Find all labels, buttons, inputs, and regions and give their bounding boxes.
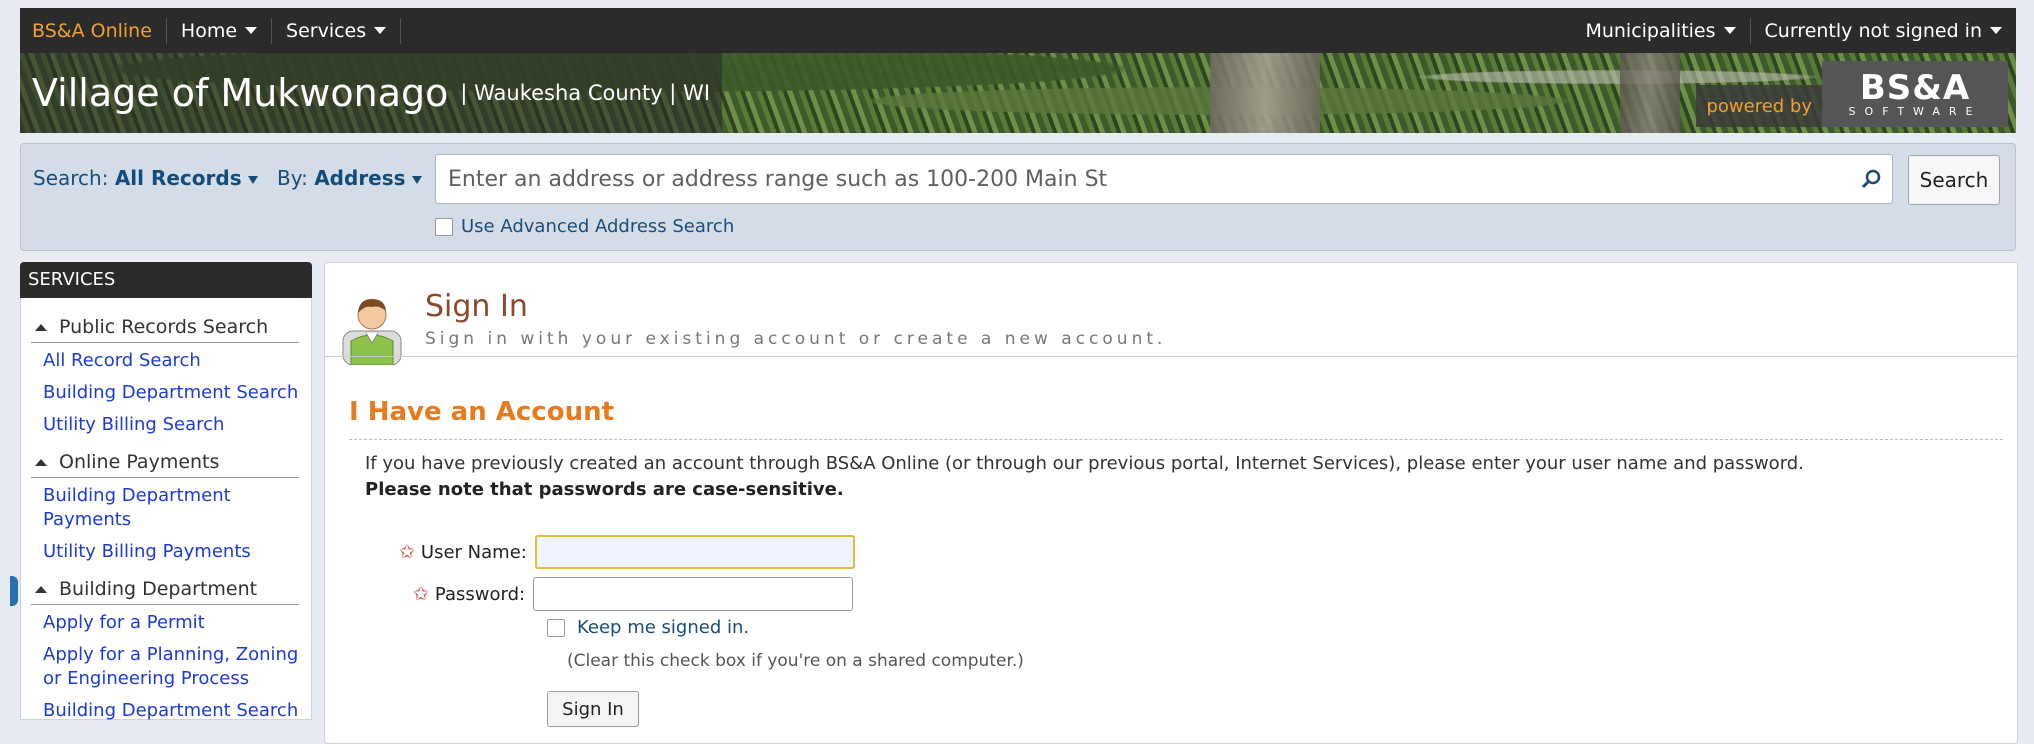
- search-scope-label: Search:: [33, 166, 109, 190]
- sign-in-panel: Sign In Sign in with your existing accou…: [324, 262, 2018, 744]
- home-menu[interactable]: Home: [167, 17, 273, 44]
- search-input[interactable]: [446, 165, 1860, 193]
- logo-main-text: BS&A: [1859, 67, 1971, 108]
- page-subtitle: Sign in with your existing account or cr…: [425, 329, 1167, 349]
- keep-signed-in-label[interactable]: Keep me signed in.: [577, 617, 749, 638]
- search-by-label: By:: [277, 166, 308, 190]
- brand-link[interactable]: BS&A Online: [20, 17, 167, 44]
- banner-tree-trunk: [1210, 53, 1320, 133]
- required-star-icon: ✩: [399, 541, 415, 563]
- username-field[interactable]: [534, 535, 855, 569]
- search-scope-selector[interactable]: Search: All Records: [33, 166, 258, 190]
- advanced-search-label[interactable]: Use Advanced Address Search: [461, 216, 734, 237]
- advanced-search-checkbox[interactable]: [435, 217, 453, 236]
- chevron-down-icon: [1990, 27, 2002, 34]
- sidebar-link-building-department-search-2[interactable]: Building Department Search: [31, 693, 299, 725]
- required-star-icon: ✩: [413, 583, 429, 605]
- password-label: Password:: [434, 583, 526, 605]
- county-state: | Waukesha County | WI: [460, 81, 711, 105]
- password-field[interactable]: [533, 577, 854, 611]
- services-menu-label: Services: [286, 19, 367, 42]
- search-button[interactable]: Search: [1908, 155, 2000, 205]
- account-menu[interactable]: Currently not signed in: [1751, 18, 2016, 44]
- page-frame: BS&A Online Home Services Municipalities…: [10, 8, 2018, 744]
- logo-sub-text: SOFTWARE: [1848, 104, 1982, 118]
- municipalities-menu-label: Municipalities: [1585, 19, 1716, 42]
- village-name: Village of Mukwonago: [32, 71, 449, 115]
- sidebar-section-building-department[interactable]: Building Department: [31, 566, 299, 605]
- sidebar-link-apply-permit[interactable]: Apply for a Permit: [31, 605, 299, 637]
- advanced-search-option[interactable]: Use Advanced Address Search: [435, 216, 734, 237]
- account-info-text: If you have previously created an accoun…: [365, 453, 1804, 474]
- keep-signed-in-option[interactable]: Keep me signed in.: [547, 617, 749, 638]
- search-by-selector[interactable]: By: Address: [277, 166, 422, 190]
- username-row: ✩ User Name:: [399, 535, 855, 569]
- sidebar-link-building-department-payments[interactable]: Building Department Payments: [31, 478, 299, 534]
- collapse-icon: [35, 585, 47, 593]
- page-title: Sign In: [425, 289, 528, 324]
- username-label: User Name:: [420, 541, 527, 563]
- powered-by-badge[interactable]: powered by BS&A SOFTWARE: [1696, 61, 2008, 127]
- keep-signed-in-checkbox[interactable]: [547, 618, 565, 637]
- search-icon[interactable]: [1860, 168, 1882, 190]
- sidebar-header: SERVICES: [20, 262, 312, 298]
- sidebar-section-title: Online Payments: [59, 451, 220, 473]
- account-menu-label: Currently not signed in: [1764, 19, 1982, 42]
- sidebar-section-online-payments[interactable]: Online Payments: [31, 439, 299, 478]
- shared-computer-hint: (Clear this check box if you're on a sha…: [567, 651, 1024, 671]
- section-heading: I Have an Account: [349, 397, 615, 427]
- search-by-value: Address: [314, 166, 406, 190]
- collapse-icon: [35, 323, 47, 331]
- sidebar-link-building-department-search[interactable]: Building Department Search: [31, 375, 299, 407]
- chevron-down-icon: [245, 27, 258, 34]
- dropdown-arrow-icon: [247, 175, 258, 184]
- sidebar-toggle-tab[interactable]: [10, 576, 18, 606]
- collapse-icon: [35, 458, 47, 466]
- sidebar-section-title: Public Records Search: [59, 316, 269, 338]
- banner-tree-trunk: [1620, 53, 1680, 133]
- sidebar-link-apply-planning[interactable]: Apply for a Planning, Zoning or Engineer…: [31, 637, 299, 693]
- section-divider: [349, 439, 2003, 440]
- header-banner: Village of Mukwonago | Waukesha County |…: [20, 53, 2016, 133]
- sidebar-section-title: Building Department: [59, 578, 258, 600]
- chevron-down-icon: [374, 27, 387, 34]
- search-panel: Search: All Records By: Address Search U…: [20, 143, 2016, 251]
- sidebar-link-utility-billing-payments[interactable]: Utility Billing Payments: [31, 534, 299, 566]
- home-menu-label: Home: [180, 19, 238, 42]
- sign-in-button[interactable]: Sign In: [547, 691, 639, 727]
- dropdown-arrow-icon: [411, 175, 422, 184]
- password-note: Please note that passwords are case-sens…: [365, 479, 844, 500]
- search-scope-value: All Records: [114, 166, 242, 190]
- services-sidebar: SERVICES Public Records Search All Recor…: [10, 262, 312, 721]
- services-menu[interactable]: Services: [272, 17, 402, 44]
- sidebar-body: Public Records Search All Record Search …: [20, 298, 312, 721]
- sidebar-link-all-record-search[interactable]: All Record Search: [31, 343, 299, 375]
- municipalities-menu[interactable]: Municipalities: [1571, 17, 1751, 44]
- sidebar-section-public-records[interactable]: Public Records Search: [31, 304, 299, 343]
- search-input-wrapper: [435, 154, 1893, 204]
- sidebar-link-utility-billing-search[interactable]: Utility Billing Search: [31, 407, 299, 439]
- top-navbar: BS&A Online Home Services Municipalities…: [20, 8, 2016, 53]
- header-divider: [325, 356, 2017, 357]
- password-row: ✩ Password:: [413, 577, 854, 611]
- powered-by-label: powered by: [1706, 95, 1812, 117]
- user-avatar-icon: [342, 299, 402, 365]
- chevron-down-icon: [1723, 27, 1736, 34]
- top-nav-right: Municipalities Currently not signed in: [1571, 17, 2016, 44]
- municipality-title: Village of Mukwonago | Waukesha County |…: [20, 53, 723, 133]
- bsa-logo: BS&A SOFTWARE: [1822, 61, 2008, 127]
